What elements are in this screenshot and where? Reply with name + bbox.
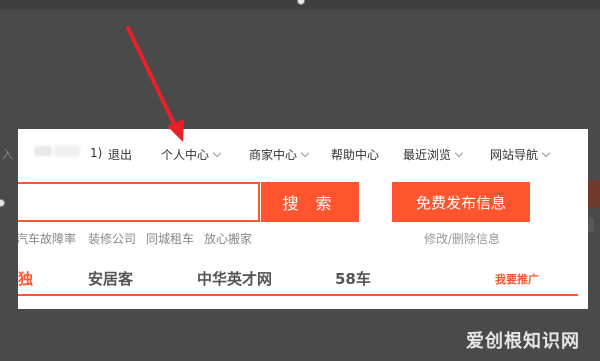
watermark: 爱创根知识网 [466,331,580,352]
red-arrow-annotation [126,26,184,142]
